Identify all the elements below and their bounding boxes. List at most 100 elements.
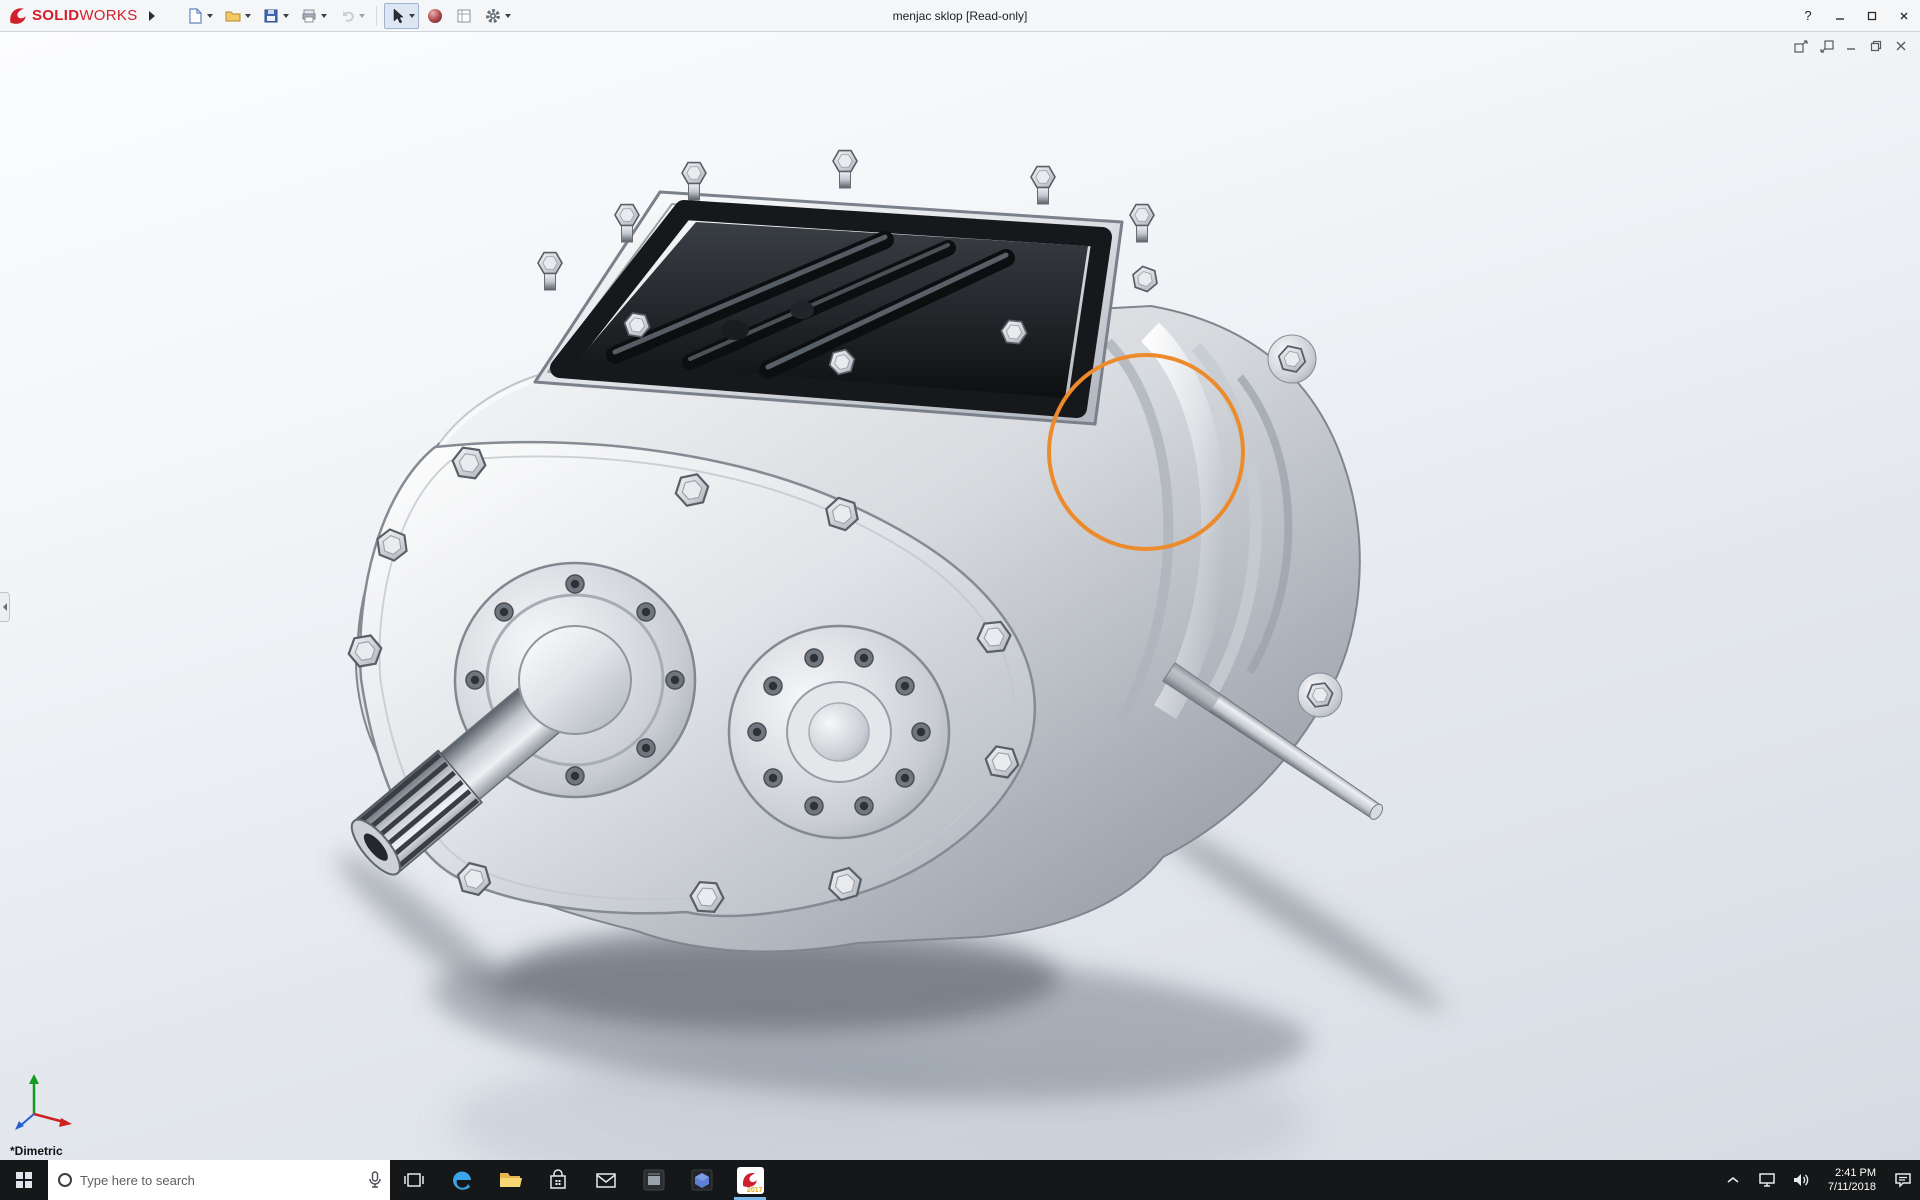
task-view-button[interactable]: [390, 1160, 438, 1200]
dock-window-button[interactable]: [1817, 38, 1835, 54]
right-bearing-boss[interactable]: [729, 626, 949, 838]
options-gear-icon: [484, 7, 502, 25]
action-center-button[interactable]: [1886, 1160, 1920, 1200]
doc-restore-button[interactable]: [1867, 38, 1885, 54]
task-view-icon: [403, 1170, 425, 1190]
select-arrow-icon: [388, 7, 406, 25]
chevron-up-icon: [1726, 1175, 1740, 1185]
solidworks-logo: SOLIDWORKS: [0, 6, 144, 26]
document-window-controls: [1792, 38, 1910, 54]
taskbar: 2017 2:41 PM 7/11/2018: [0, 1160, 1920, 1200]
dropdown-caret-icon: [409, 14, 415, 18]
clock-date: 7/11/2018: [1828, 1180, 1876, 1194]
appearance-sphere-icon: [426, 7, 444, 25]
gearbox-model[interactable]: [344, 151, 1387, 952]
dark-app-3d-button[interactable]: [678, 1160, 726, 1200]
undo-button[interactable]: [334, 3, 369, 29]
dropdown-caret-icon: [283, 14, 289, 18]
print-icon: [300, 7, 318, 25]
print-button[interactable]: [296, 3, 331, 29]
select-tool-button[interactable]: [384, 3, 419, 29]
appearance-button[interactable]: [422, 3, 448, 29]
design-table-button[interactable]: [451, 3, 477, 29]
dark-app-window-button[interactable]: [630, 1160, 678, 1200]
shaft-hub[interactable]: [519, 626, 631, 734]
collapse-arrow-icon: [3, 603, 7, 611]
3d-scene[interactable]: [0, 32, 1920, 1160]
panel-collapse-tab[interactable]: [0, 592, 10, 622]
ds-logo-icon: [8, 6, 28, 26]
close-icon: [1899, 11, 1909, 21]
undo-icon: [338, 7, 356, 25]
dropdown-caret-icon: [207, 14, 213, 18]
tray-expand-button[interactable]: [1716, 1160, 1750, 1200]
minimize-button[interactable]: [1824, 0, 1856, 31]
cortana-icon: [58, 1173, 72, 1187]
taskbar-clock[interactable]: 2:41 PM 7/11/2018: [1818, 1160, 1886, 1200]
app-3d-cube-icon: [690, 1168, 714, 1192]
graphics-area[interactable]: *Dimetric: [0, 32, 1920, 1160]
dropdown-caret-icon: [321, 14, 327, 18]
search-input[interactable]: [80, 1173, 360, 1188]
brand-text-bold: SOLID: [32, 7, 79, 24]
network-icon: [1758, 1172, 1776, 1188]
close-icon: [1895, 40, 1907, 52]
maximize-button[interactable]: [1856, 0, 1888, 31]
triad-x-arrow: [59, 1118, 72, 1127]
maximize-icon: [1867, 11, 1877, 21]
expand-arrow-icon: [149, 11, 155, 21]
triad-x-axis: [34, 1114, 64, 1122]
windows-logo-icon: [16, 1172, 32, 1188]
menu-expand-button[interactable]: [144, 5, 160, 27]
help-button[interactable]: ?: [1792, 0, 1824, 31]
solidworks-year-badge: 2017: [747, 1187, 763, 1194]
dropdown-caret-icon: [245, 14, 251, 18]
document-title: menjac sklop [Read-only]: [893, 0, 1028, 32]
float-window-button[interactable]: [1792, 38, 1810, 54]
edge-icon: [450, 1168, 474, 1192]
dropdown-caret-icon: [505, 14, 511, 18]
start-button[interactable]: [0, 1160, 48, 1200]
store-button[interactable]: [534, 1160, 582, 1200]
float-window-icon: [1794, 40, 1809, 53]
toolbar-separator: [376, 6, 377, 26]
mail-icon: [595, 1171, 617, 1189]
mail-button[interactable]: [582, 1160, 630, 1200]
save-floppy-icon: [262, 7, 280, 25]
options-button[interactable]: [480, 3, 515, 29]
dock-window-icon: [1819, 40, 1834, 53]
brand-text-light: WORKS: [79, 7, 137, 24]
taskbar-spacer: [774, 1160, 1716, 1200]
volume-button[interactable]: [1784, 1160, 1818, 1200]
new-document-button[interactable]: [182, 3, 217, 29]
open-button[interactable]: [220, 3, 255, 29]
minimize-icon: [1845, 40, 1857, 52]
network-button[interactable]: [1750, 1160, 1784, 1200]
design-table-icon: [455, 7, 473, 25]
edge-button[interactable]: [438, 1160, 486, 1200]
titlebar: SOLIDWORKS: [0, 0, 1920, 32]
microphone-icon[interactable]: [368, 1171, 382, 1189]
open-folder-icon: [224, 7, 242, 25]
file-explorer-button[interactable]: [486, 1160, 534, 1200]
window-controls: ?: [1792, 0, 1920, 31]
volume-icon: [1792, 1172, 1810, 1188]
view-orientation-label: *Dimetric: [10, 1144, 63, 1158]
quick-access-toolbar: [182, 3, 515, 29]
minimize-icon: [1835, 11, 1845, 21]
restore-icon: [1870, 40, 1882, 52]
close-button[interactable]: [1888, 0, 1920, 31]
doc-minimize-button[interactable]: [1842, 38, 1860, 54]
top-cover[interactable]: [535, 151, 1161, 424]
taskbar-search[interactable]: [48, 1160, 390, 1200]
doc-close-button[interactable]: [1892, 38, 1910, 54]
solidworks-window: SOLIDWORKS: [0, 0, 1920, 1200]
solidworks-tile: 2017: [737, 1167, 764, 1194]
store-icon: [548, 1169, 568, 1191]
new-document-icon: [186, 7, 204, 25]
save-button[interactable]: [258, 3, 293, 29]
solidworks-app-button[interactable]: 2017: [726, 1160, 774, 1200]
dropdown-caret-icon: [359, 14, 365, 18]
app-window-icon: [642, 1168, 666, 1192]
triad-z-arrow: [15, 1121, 24, 1130]
